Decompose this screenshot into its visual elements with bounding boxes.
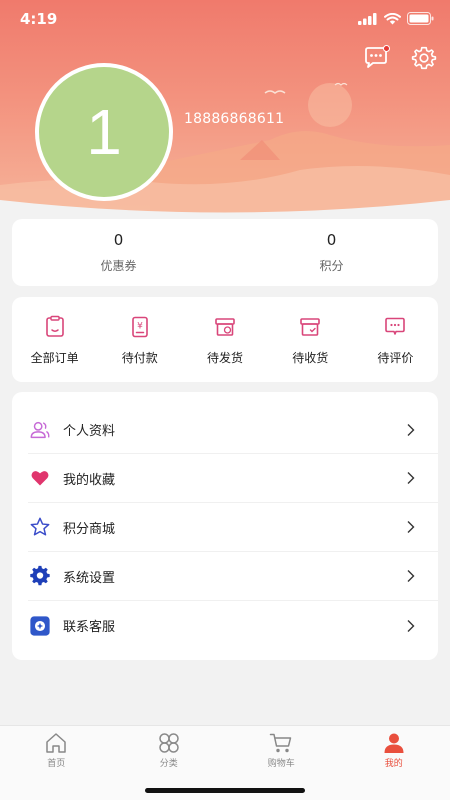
signal-icon xyxy=(358,12,377,25)
user-icon xyxy=(384,733,404,753)
tab-mine-label: 我的 xyxy=(384,759,403,769)
chevron-right-icon xyxy=(407,619,415,632)
tab-mine[interactable]: 我的 xyxy=(338,726,450,800)
tab-category-label: 分类 xyxy=(159,759,178,769)
menu-item-points-mall-label: 积分商城 xyxy=(63,521,116,537)
menu-item-customer-service[interactable]: 联系客服 xyxy=(28,601,438,650)
coupons-stat[interactable]: 0 优惠券 xyxy=(12,219,225,286)
points-count: 0 xyxy=(326,231,337,249)
menu-list: 个人资料 我的收藏 积分商城 系统设置 联系客服 xyxy=(12,392,438,660)
chevron-right-icon xyxy=(407,521,415,533)
status-bar: 4:19 xyxy=(0,0,450,40)
order-pending-review-label: 待评价 xyxy=(377,351,414,365)
profile-header: 4:19 1 18886868611 xyxy=(0,0,450,215)
cart-icon xyxy=(270,733,292,753)
order-pending-payment-label: 待付款 xyxy=(121,351,158,365)
coupons-count: 0 xyxy=(113,231,124,249)
gear-icon xyxy=(411,46,437,70)
menu-item-favorites[interactable]: 我的收藏 xyxy=(28,454,438,503)
tab-cart-label: 购物车 xyxy=(267,759,295,769)
coupons-label: 优惠券 xyxy=(100,259,137,273)
home-indicator xyxy=(145,788,305,793)
review-chat-icon xyxy=(385,317,406,335)
order-all[interactable]: 全部订单 xyxy=(12,297,97,382)
order-pending-review[interactable]: 待评价 xyxy=(353,297,438,382)
svg-text:¥: ¥ xyxy=(137,322,143,332)
order-all-label: 全部订单 xyxy=(30,351,79,365)
order-list-icon xyxy=(45,315,64,337)
status-time: 4:19 xyxy=(20,10,58,28)
menu-item-system-settings[interactable]: 系统设置 xyxy=(28,552,438,601)
payment-icon: ¥ xyxy=(131,316,148,338)
points-label: 积分 xyxy=(319,259,344,273)
chevron-right-icon xyxy=(407,423,415,436)
order-pending-receipt-label: 待收货 xyxy=(292,351,329,365)
settings-button[interactable] xyxy=(410,44,438,72)
order-pending-shipment[interactable]: 待发货 xyxy=(182,297,267,382)
menu-item-profile[interactable]: 个人资料 xyxy=(28,392,438,454)
star-icon xyxy=(30,517,50,536)
category-icon xyxy=(159,733,179,753)
menu-item-profile-label: 个人资料 xyxy=(63,424,116,439)
customer-service-icon xyxy=(30,615,50,636)
shipping-box-icon xyxy=(215,318,235,336)
order-pending-payment[interactable]: ¥ 待付款 xyxy=(97,297,182,382)
receive-box-icon xyxy=(300,318,321,336)
wifi-icon xyxy=(384,12,401,24)
menu-item-customer-service-label: 联系客服 xyxy=(63,620,116,635)
menu-item-favorites-label: 我的收藏 xyxy=(63,472,116,488)
avatar[interactable]: 1 xyxy=(35,63,173,201)
order-pending-shipment-label: 待发货 xyxy=(207,351,244,365)
user-profile-icon xyxy=(30,421,50,438)
home-icon xyxy=(46,733,66,753)
chevron-right-icon xyxy=(407,472,415,484)
orders-card: 全部订单 ¥ 待付款 待发货 待收货 待评价 xyxy=(12,297,438,382)
chevron-right-icon xyxy=(407,570,415,582)
menu-item-system-settings-label: 系统设置 xyxy=(63,570,116,586)
menu-item-points-mall[interactable]: 积分商城 xyxy=(28,503,438,552)
user-phone-number: 18886868611 xyxy=(184,111,285,127)
battery-icon xyxy=(407,12,434,25)
stats-card: 0 优惠券 0 积分 xyxy=(12,219,438,286)
avatar-text: 1 xyxy=(86,96,122,168)
points-stat[interactable]: 0 积分 xyxy=(225,219,438,286)
status-icons xyxy=(358,12,434,25)
order-pending-receipt[interactable]: 待收货 xyxy=(268,297,353,382)
gear-icon xyxy=(30,565,50,586)
heart-icon xyxy=(31,471,49,486)
header-actions xyxy=(362,44,438,72)
messages-button[interactable] xyxy=(362,44,390,72)
tab-home-label: 首页 xyxy=(47,759,66,769)
notification-dot xyxy=(383,45,390,52)
tab-home[interactable]: 首页 xyxy=(0,726,113,800)
